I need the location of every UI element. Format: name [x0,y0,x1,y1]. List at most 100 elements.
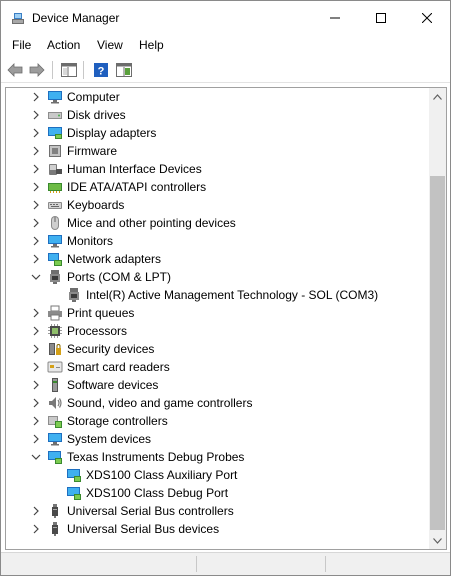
toolbar-separator [83,61,84,79]
forward-arrow-icon [29,63,45,77]
chevron-right-icon[interactable] [30,343,42,355]
usb-icon [52,504,58,518]
tree-node-label: Computer [67,90,120,104]
chevron-right-icon[interactable] [30,415,42,427]
window-title: Device Manager [32,11,120,25]
speaker-icon [49,397,62,409]
tree-category[interactable]: Print queues [6,304,426,322]
chevron-right-icon[interactable] [30,253,42,265]
tree-category[interactable]: Software devices [6,376,426,394]
tree-category[interactable]: Processors [6,322,426,340]
tree-device[interactable]: XDS100 Class Debug Port [6,484,426,502]
tree-category[interactable]: Network adapters [6,250,426,268]
tree-category[interactable]: System devices [6,430,426,448]
chevron-right-icon[interactable] [30,505,42,517]
tree-category[interactable]: Sound, video and game controllers [6,394,426,412]
chevron-right-icon[interactable] [30,325,42,337]
title-bar[interactable]: Device Manager [1,1,450,34]
tree-category[interactable]: Computer [6,88,426,106]
scroll-down-button[interactable] [429,532,446,549]
forward-button[interactable] [27,60,47,80]
tree-category[interactable]: Universal Serial Bus devices [6,520,426,538]
tree-node-label: XDS100 Class Auxiliary Port [86,468,238,482]
tree-node-label: Firmware [67,144,117,158]
vertical-scrollbar[interactable] [429,88,446,549]
chevron-right-icon[interactable] [30,361,42,373]
firmware-icon [49,145,61,157]
close-button[interactable] [404,1,450,34]
tree-category[interactable]: Texas Instruments Debug Probes [6,448,426,466]
maximize-button[interactable] [358,1,404,34]
show-action-pane-button[interactable] [114,60,134,80]
chevron-right-icon[interactable] [30,307,42,319]
chevron-down-icon [433,537,442,544]
chevron-right-icon[interactable] [30,217,42,229]
tree-device[interactable]: XDS100 Class Auxiliary Port [6,466,426,484]
tree-category[interactable]: Human Interface Devices [6,160,426,178]
tree-node-label: Network adapters [67,252,162,266]
menu-action[interactable]: Action [47,38,80,52]
chevron-right-icon[interactable] [30,523,42,535]
tree-category[interactable]: Ports (COM & LPT) [6,268,426,286]
tree-node-label: Software devices [67,378,159,392]
tree-node-label: Human Interface Devices [67,162,202,176]
tree-node-label: System devices [67,432,152,446]
menu-file[interactable]: File [12,38,31,52]
tree-node-label: Universal Serial Bus controllers [67,504,234,518]
tree-node-label: Sound, video and game controllers [67,396,253,410]
tree-category[interactable]: Monitors [6,232,426,250]
chevron-right-icon[interactable] [30,145,42,157]
device-manager-app-icon [12,13,24,24]
tree-category[interactable]: Disk drives [6,106,426,124]
menu-bar: File Action View Help [1,34,450,56]
chevron-right-icon[interactable] [30,397,42,409]
back-button[interactable] [5,60,25,80]
menu-view[interactable]: View [97,38,123,52]
scrollbar-thumb[interactable] [430,176,445,530]
chevron-right-icon[interactable] [30,199,42,211]
tree-device[interactable]: Intel(R) Active Management Technology - … [6,286,426,304]
debug-probe-icon [67,487,81,500]
display-adapter-icon [48,127,62,139]
chevron-right-icon[interactable] [30,379,42,391]
tree-category[interactable]: Storage controllers [6,412,426,430]
show-hide-console-tree-button[interactable] [59,60,79,80]
tree-node-label: Texas Instruments Debug Probes [67,450,245,464]
tree-category[interactable]: Universal Serial Bus controllers [6,502,426,520]
chevron-right-icon[interactable] [30,433,42,445]
toolbar-separator [52,61,53,79]
menu-help[interactable]: Help [139,38,164,52]
chevron-right-icon[interactable] [30,127,42,139]
tree-category[interactable]: Display adapters [6,124,426,142]
system-device-icon [48,433,62,446]
minimize-button[interactable] [312,1,358,34]
svg-text:?: ? [98,66,105,78]
debug-probe-icon [67,469,81,482]
tree-category[interactable]: Firmware [6,142,426,160]
chevron-down-icon[interactable] [30,451,42,463]
tree-node-label: Processors [67,324,128,338]
tree-category[interactable]: Security devices [6,340,426,358]
storage-controller-icon [48,416,62,428]
help-button[interactable]: ? [91,60,111,80]
chevron-right-icon[interactable] [30,109,42,121]
chevron-right-icon[interactable] [30,163,42,175]
chevron-right-icon[interactable] [30,235,42,247]
tree-category[interactable]: IDE ATA/ATAPI controllers [6,178,426,196]
chevron-right-icon[interactable] [30,91,42,103]
chevron-right-icon[interactable] [30,181,42,193]
hid-icon [49,164,62,175]
tree-category[interactable]: Mice and other pointing devices [6,214,426,232]
tree-category[interactable]: Smart card readers [6,358,426,376]
monitor-icon [48,235,62,248]
port-icon [50,270,60,284]
disk-drive-icon [48,112,62,119]
chevron-down-icon[interactable] [30,271,42,283]
minimize-icon [330,17,340,18]
tree-node-label: Smart card readers [67,360,170,374]
scroll-up-button[interactable] [429,88,446,105]
tree-node-label: Intel(R) Active Management Technology - … [86,288,379,302]
mouse-icon [51,216,59,230]
tree-category[interactable]: Keyboards [6,196,426,214]
device-tree[interactable]: Computer Disk drives Display adapters Firmw… [5,87,447,550]
